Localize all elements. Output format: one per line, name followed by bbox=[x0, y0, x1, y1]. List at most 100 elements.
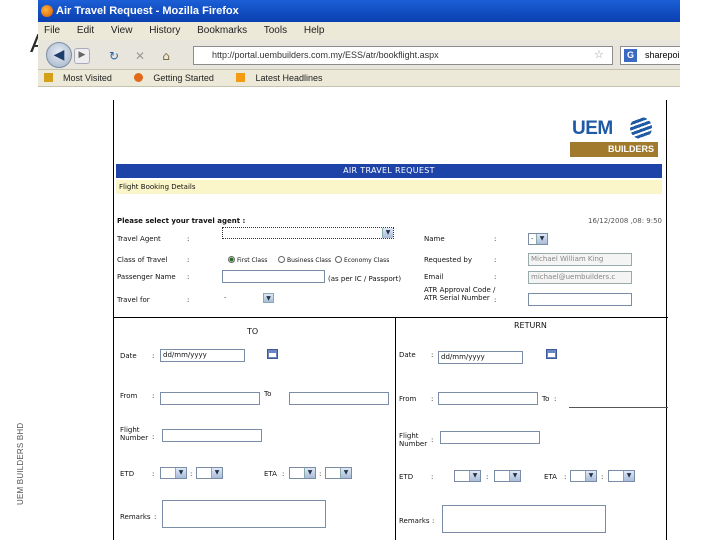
travel-agent-select[interactable]: ▼ bbox=[222, 227, 394, 239]
url-text: http://portal.uembuilders.com.my/ESS/atr… bbox=[212, 50, 439, 60]
bookmark-most-visited[interactable]: Most Visited bbox=[44, 73, 122, 83]
return-date-input[interactable]: dd/mm/yyyy bbox=[438, 351, 523, 364]
forward-button[interactable]: ▶ bbox=[74, 48, 90, 64]
return-etd-label: ETD bbox=[399, 473, 414, 481]
passenger-name-input[interactable] bbox=[222, 270, 325, 283]
colon: : bbox=[494, 256, 497, 264]
class-option-business[interactable]: Business Class bbox=[278, 256, 331, 264]
home-icon[interactable]: ⌂ bbox=[158, 49, 174, 63]
passenger-hint: (as per IC / Passport) bbox=[328, 275, 402, 283]
travel-for-label: Travel for bbox=[117, 296, 150, 304]
return-flight-input[interactable] bbox=[440, 431, 540, 444]
colon: : bbox=[282, 470, 285, 478]
passenger-label: Passenger Name bbox=[117, 273, 176, 281]
colon: : bbox=[154, 513, 157, 521]
firefox-icon bbox=[41, 5, 53, 17]
url-bar[interactable]: http://portal.uembuilders.com.my/ESS/atr… bbox=[193, 46, 613, 65]
colon: : bbox=[152, 352, 155, 360]
radio-icon bbox=[335, 256, 342, 263]
menu-history[interactable]: History bbox=[149, 25, 180, 36]
search-box[interactable]: G sharepoint bbox=[620, 46, 680, 65]
return-etd-hour-select[interactable]: ▼ bbox=[454, 470, 481, 482]
column-divider bbox=[395, 317, 396, 540]
logo-text-builders: BUILDERS bbox=[570, 142, 658, 157]
colon: : bbox=[187, 273, 190, 281]
back-button[interactable]: ◀ bbox=[46, 42, 72, 68]
to-flight-input[interactable] bbox=[162, 429, 262, 442]
colon: : bbox=[431, 395, 434, 403]
menu-tools[interactable]: Tools bbox=[264, 25, 287, 36]
to-eta-label: ETA bbox=[264, 470, 277, 478]
to-flight-label: Flight Number bbox=[120, 426, 149, 442]
requested-by-field[interactable]: Michael William King bbox=[528, 253, 632, 266]
form-header: AIR TRAVEL REQUEST bbox=[116, 164, 662, 178]
to-eta-hour-select[interactable]: ▼ bbox=[289, 467, 316, 479]
to-etd-label: ETD bbox=[120, 470, 135, 478]
menu-help[interactable]: Help bbox=[304, 25, 325, 36]
to-heading: TO bbox=[247, 327, 259, 336]
calendar-icon[interactable] bbox=[267, 349, 278, 359]
return-to-input[interactable] bbox=[569, 407, 668, 408]
bookmark-getting-started[interactable]: Getting Started bbox=[134, 73, 224, 83]
chevron-down-icon: ▼ bbox=[469, 471, 480, 481]
colon: : bbox=[152, 433, 155, 441]
return-etd-minute-select[interactable]: ▼ bbox=[494, 470, 521, 482]
colon: : bbox=[152, 470, 155, 478]
to-remarks-textarea[interactable] bbox=[162, 500, 326, 528]
navigation-toolbar: ◀ ▶ ↻ ✕ ⌂ http://portal.uembuilders.com.… bbox=[38, 40, 680, 70]
return-remarks-label: Remarks bbox=[399, 517, 430, 525]
calendar-icon[interactable] bbox=[546, 349, 557, 359]
bookmark-star-icon[interactable]: ☆ bbox=[594, 48, 604, 61]
return-eta-label: ETA bbox=[544, 473, 557, 481]
return-from-input[interactable] bbox=[438, 392, 538, 405]
return-remarks-textarea[interactable] bbox=[442, 505, 606, 533]
email-field[interactable]: michael@uembuilders.c bbox=[528, 271, 632, 284]
class-option-first[interactable]: First Class bbox=[228, 256, 267, 264]
to-from-input[interactable] bbox=[160, 392, 260, 405]
requested-by-label: Requested by bbox=[424, 256, 472, 264]
uem-builders-logo: UEM BUILDERS bbox=[570, 112, 660, 158]
return-from-label: From bbox=[399, 395, 417, 403]
side-company-label: UEM BUILDERS BHD bbox=[16, 422, 25, 505]
colon: : bbox=[601, 473, 604, 481]
atr-code-input[interactable] bbox=[528, 293, 632, 306]
chevron-down-icon: ▼ bbox=[509, 471, 520, 481]
menu-file[interactable]: File bbox=[44, 25, 60, 36]
colon: : bbox=[152, 392, 155, 400]
stop-icon[interactable]: ✕ bbox=[132, 49, 148, 63]
menu-bookmarks[interactable]: Bookmarks bbox=[197, 25, 247, 36]
rss-icon bbox=[236, 73, 246, 82]
colon: : bbox=[431, 351, 434, 359]
return-heading: RETURN bbox=[514, 321, 547, 330]
search-value: sharepoint bbox=[645, 50, 680, 60]
menu-bar: File Edit View History Bookmarks Tools H… bbox=[38, 22, 680, 40]
return-eta-hour-select[interactable]: ▼ bbox=[570, 470, 597, 482]
air-travel-request-form: UEM BUILDERS AIR TRAVEL REQUEST Flight B… bbox=[113, 100, 668, 540]
radio-selected-icon bbox=[228, 256, 235, 263]
class-label: Class of Travel bbox=[117, 256, 168, 264]
name-select[interactable]: - ▼ bbox=[528, 233, 548, 245]
chevron-down-icon: ▼ bbox=[175, 468, 186, 478]
browser-window: Air Travel Request - Mozilla Firefox Fil… bbox=[38, 0, 680, 540]
return-eta-minute-select[interactable]: ▼ bbox=[608, 470, 635, 482]
travel-for-select[interactable]: - ▼ bbox=[222, 293, 274, 305]
agent-prompt: Please select your travel agent : bbox=[117, 217, 246, 225]
reload-icon[interactable]: ↻ bbox=[106, 49, 122, 63]
class-option-economy[interactable]: Economy Class bbox=[335, 256, 389, 264]
menu-view[interactable]: View bbox=[111, 25, 133, 36]
colon: : bbox=[554, 395, 557, 403]
to-to-input[interactable] bbox=[289, 392, 389, 405]
bookmarks-bar: Most Visited Getting Started Latest Head… bbox=[38, 70, 680, 87]
menu-edit[interactable]: Edit bbox=[77, 25, 94, 36]
colon: : bbox=[187, 235, 190, 243]
logo-text-uem: UEM bbox=[572, 118, 613, 139]
to-eta-minute-select[interactable]: ▼ bbox=[325, 467, 352, 479]
colon: : bbox=[486, 473, 489, 481]
name-label: Name bbox=[424, 235, 445, 243]
request-datetime: 16/12/2008 ,08: 9:50 bbox=[588, 217, 663, 225]
to-date-input[interactable]: dd/mm/yyyy bbox=[160, 349, 245, 362]
to-etd-minute-select[interactable]: ▼ bbox=[196, 467, 223, 479]
to-from-label: From bbox=[120, 392, 138, 400]
bookmark-latest-headlines[interactable]: Latest Headlines bbox=[236, 73, 332, 83]
to-etd-hour-select[interactable]: ▼ bbox=[160, 467, 187, 479]
